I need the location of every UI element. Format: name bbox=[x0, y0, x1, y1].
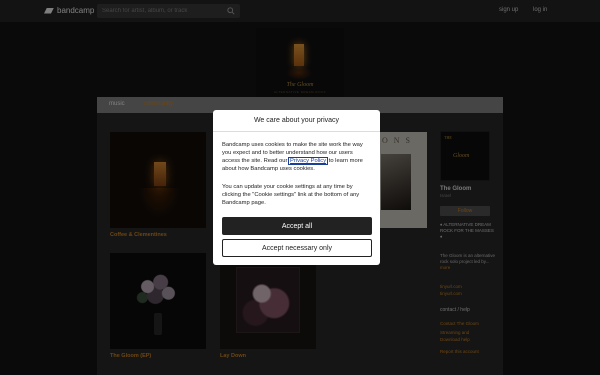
cookie-consent-dialog: We care about your privacy Bandcamp uses… bbox=[213, 110, 380, 265]
dialog-title: We care about your privacy bbox=[213, 110, 380, 132]
accept-necessary-button[interactable]: Accept necessary only bbox=[222, 239, 372, 257]
cookie-description: Bandcamp uses cookies to make the site w… bbox=[222, 141, 372, 173]
privacy-policy-link[interactable]: Privacy Policy bbox=[288, 157, 329, 165]
cookie-settings-note: You can update your cookie settings at a… bbox=[222, 184, 360, 206]
accept-all-button[interactable]: Accept all bbox=[222, 217, 372, 235]
